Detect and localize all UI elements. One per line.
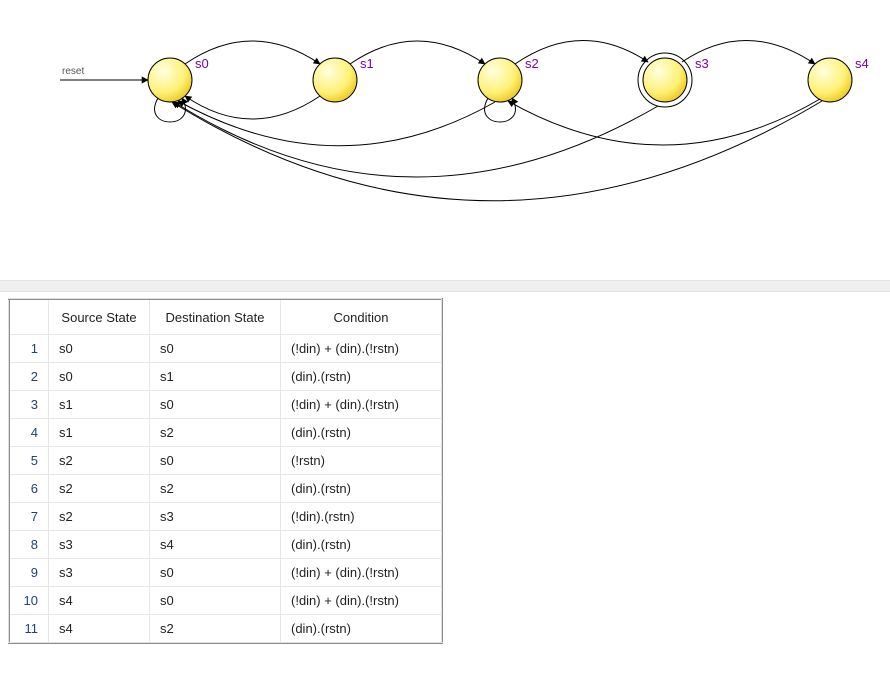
cell-source[interactable]: s2	[49, 503, 150, 531]
header-destination: Destination State	[150, 299, 281, 335]
row-number: 7	[9, 503, 49, 531]
cell-source[interactable]: s1	[49, 419, 150, 447]
cell-destination[interactable]: s0	[150, 391, 281, 419]
reset-edge: reset	[60, 66, 148, 80]
cell-condition[interactable]: (!din) + (din).(!rstn)	[281, 391, 443, 419]
edge-s2-s0	[178, 101, 495, 146]
panel-divider	[0, 280, 890, 292]
state-circle	[313, 58, 357, 102]
row-number: 10	[9, 587, 49, 615]
row-number: 9	[9, 559, 49, 587]
table-row[interactable]: 11s4s2(din).(rstn)	[9, 615, 442, 644]
cell-source[interactable]: s0	[49, 335, 150, 363]
table-row[interactable]: 6s2s2(din).(rstn)	[9, 475, 442, 503]
cell-source[interactable]: s4	[49, 587, 150, 615]
fsm-svg: reset s0 s1 s2 s3	[0, 0, 890, 280]
header-source: Source State	[49, 299, 150, 335]
table-row[interactable]: 9s3s0(!din) + (din).(!rstn)	[9, 559, 442, 587]
cell-source[interactable]: s3	[49, 531, 150, 559]
page-root: reset s0 s1 s2 s3	[0, 0, 890, 697]
cell-source[interactable]: s1	[49, 391, 150, 419]
cell-condition[interactable]: (din).(rstn)	[281, 531, 443, 559]
cell-destination[interactable]: s4	[150, 531, 281, 559]
table-row[interactable]: 1s0s0(!din) + (din).(!rstn)	[9, 335, 442, 363]
cell-destination[interactable]: s3	[150, 503, 281, 531]
fsm-diagram: reset s0 s1 s2 s3	[0, 0, 890, 280]
cell-destination[interactable]: s2	[150, 475, 281, 503]
table-row[interactable]: 10s4s0(!din) + (din).(!rstn)	[9, 587, 442, 615]
row-number: 3	[9, 391, 49, 419]
state-s1-label: s1	[360, 56, 374, 71]
row-number: 5	[9, 447, 49, 475]
cell-source[interactable]: s2	[49, 475, 150, 503]
transition-table-panel: Source State Destination State Condition…	[0, 292, 890, 650]
header-corner	[9, 299, 49, 335]
cell-destination[interactable]: s2	[150, 419, 281, 447]
cell-destination[interactable]: s0	[150, 335, 281, 363]
row-number: 6	[9, 475, 49, 503]
cell-source[interactable]: s0	[49, 363, 150, 391]
state-circle	[148, 58, 192, 102]
transition-table: Source State Destination State Condition…	[8, 298, 443, 644]
cell-source[interactable]: s2	[49, 447, 150, 475]
state-s2-label: s2	[525, 56, 539, 71]
cell-condition[interactable]: (din).(rstn)	[281, 363, 443, 391]
state-s2: s2	[478, 56, 539, 102]
row-number: 1	[9, 335, 49, 363]
cell-condition[interactable]: (din).(rstn)	[281, 615, 443, 644]
cell-condition[interactable]: (din).(rstn)	[281, 475, 443, 503]
row-number: 11	[9, 615, 49, 644]
cell-destination[interactable]: s1	[150, 363, 281, 391]
state-s0-label: s0	[195, 56, 209, 71]
state-s4: s4	[808, 56, 869, 102]
cell-source[interactable]: s4	[49, 615, 150, 644]
cell-condition[interactable]: (din).(rstn)	[281, 419, 443, 447]
table-row[interactable]: 2s0s1(din).(rstn)	[9, 363, 442, 391]
cell-destination[interactable]: s2	[150, 615, 281, 644]
table-row[interactable]: 7s2s3(!din).(rstn)	[9, 503, 442, 531]
state-circle	[808, 58, 852, 102]
cell-condition[interactable]: (!din) + (din).(!rstn)	[281, 587, 443, 615]
edge-s3-s0	[174, 102, 658, 177]
cell-destination[interactable]: s0	[150, 559, 281, 587]
cell-destination[interactable]: s0	[150, 447, 281, 475]
state-s3-label: s3	[695, 56, 709, 71]
edge-s4-s2	[508, 99, 820, 145]
table-row[interactable]: 3s1s0(!din) + (din).(!rstn)	[9, 391, 442, 419]
state-s3: s3	[638, 53, 709, 107]
table-row[interactable]: 5s2s0(!rstn)	[9, 447, 442, 475]
row-number: 2	[9, 363, 49, 391]
header-condition: Condition	[281, 299, 443, 335]
state-circle	[478, 58, 522, 102]
row-number: 4	[9, 419, 49, 447]
edge-s4-s0	[172, 101, 822, 201]
state-circle	[643, 58, 687, 102]
state-s1: s1	[313, 56, 374, 102]
cell-condition[interactable]: (!din) + (din).(!rstn)	[281, 335, 443, 363]
cell-condition[interactable]: (!rstn)	[281, 447, 443, 475]
reset-label: reset	[62, 66, 84, 77]
table-row[interactable]: 8s3s4(din).(rstn)	[9, 531, 442, 559]
cell-condition[interactable]: (!din).(rstn)	[281, 503, 443, 531]
cell-destination[interactable]: s0	[150, 587, 281, 615]
table-row[interactable]: 4s1s2(din).(rstn)	[9, 419, 442, 447]
state-s4-label: s4	[855, 56, 869, 71]
state-s0: s0	[148, 56, 209, 102]
cell-source[interactable]: s3	[49, 559, 150, 587]
edge-s1-s0	[185, 96, 320, 119]
table-header-row: Source State Destination State Condition	[9, 299, 442, 335]
row-number: 8	[9, 531, 49, 559]
cell-condition[interactable]: (!din) + (din).(!rstn)	[281, 559, 443, 587]
